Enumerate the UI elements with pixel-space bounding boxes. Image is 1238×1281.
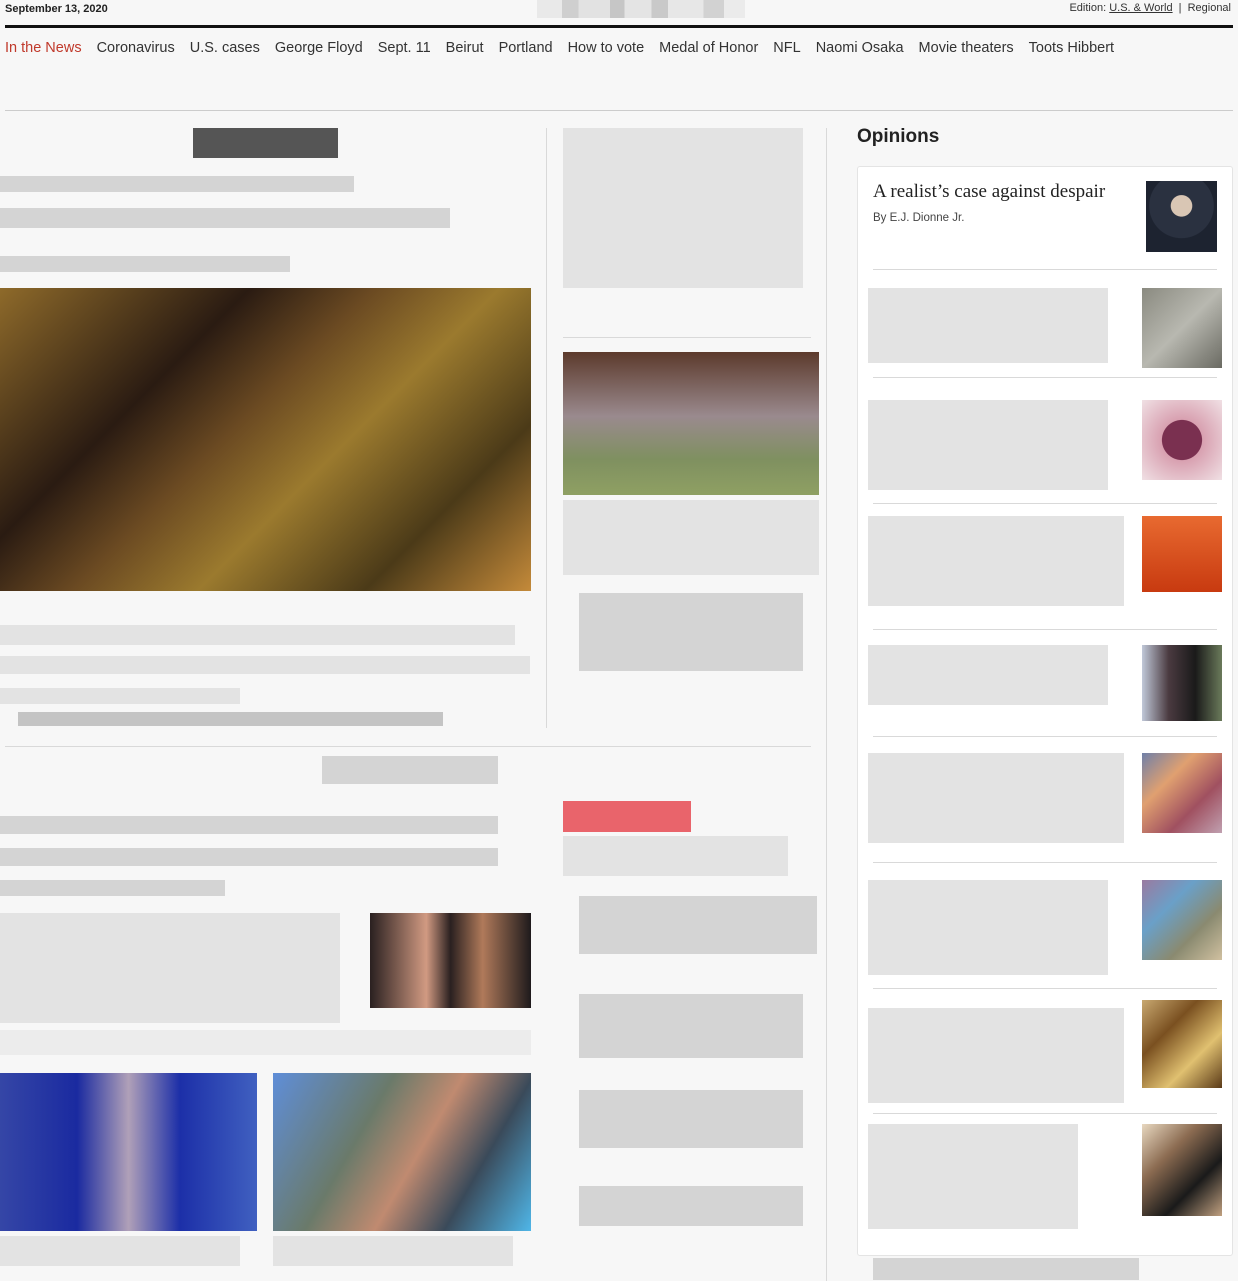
lead-story-kicker	[193, 128, 338, 158]
nav-item-nfl[interactable]: NFL	[773, 40, 800, 62]
secondary-story-headline[interactable]	[563, 500, 819, 575]
nav-item-portland[interactable]: Portland	[499, 40, 553, 62]
list-item[interactable]	[579, 896, 817, 954]
story-photo-right[interactable]	[273, 1073, 531, 1231]
edition-world-link[interactable]: U.S. & World	[1109, 2, 1172, 14]
edition-switcher: Edition: U.S. & World | Regional	[1069, 2, 1231, 14]
opinion-item-thumbnail[interactable]	[1142, 645, 1222, 721]
opinion-item-thumbnail[interactable]	[1142, 753, 1222, 833]
lead-story-headline-line[interactable]	[0, 256, 290, 272]
lead-story-summary-line	[0, 625, 515, 645]
opinion-item-thumbnail[interactable]	[1142, 1000, 1222, 1088]
lead-story-summary-line	[0, 656, 530, 674]
opinion-feature-byline: By E.J. Dionne Jr.	[873, 212, 965, 224]
story-headline-line[interactable]	[0, 880, 225, 896]
lead-story-headline-line[interactable]	[0, 176, 354, 192]
opinion-item-headline[interactable]	[868, 753, 1124, 843]
secondary-story-photo[interactable]	[563, 352, 819, 495]
page-date: September 13, 2020	[5, 3, 108, 15]
opinion-divider	[873, 629, 1217, 630]
edition-label: Edition:	[1069, 2, 1107, 14]
opinion-item-headline[interactable]	[868, 288, 1108, 363]
lead-story-related-link[interactable]	[18, 712, 443, 726]
opinion-divider	[873, 862, 1217, 863]
nav-item-george-floyd[interactable]: George Floyd	[275, 40, 363, 62]
photo-caption-left[interactable]	[0, 1236, 240, 1266]
opinion-divider	[873, 988, 1217, 989]
opinion-item-headline[interactable]	[868, 645, 1108, 705]
opinion-feature-photo[interactable]	[1146, 181, 1217, 252]
lead-story-photo[interactable]	[0, 288, 531, 591]
lead-story-summary-line	[0, 688, 240, 704]
opinion-item-thumbnail[interactable]	[1142, 400, 1222, 480]
in-the-news-nav: In the News Coronavirus U.S. cases Georg…	[5, 40, 1114, 62]
edition-separator: |	[1178, 2, 1182, 14]
opinion-item-headline[interactable]	[868, 1124, 1078, 1229]
story-divider	[563, 337, 811, 338]
opinions-heading[interactable]: Opinions	[857, 126, 939, 148]
header-rule	[5, 25, 1233, 28]
nav-item-toots-hibbert[interactable]: Toots Hibbert	[1029, 40, 1114, 62]
opinion-item-headline[interactable]	[868, 400, 1108, 490]
nav-item-us-cases[interactable]: U.S. cases	[190, 40, 260, 62]
story-headline-line[interactable]	[0, 848, 498, 866]
opinion-item-thumbnail[interactable]	[1142, 880, 1222, 960]
opinion-item-headline[interactable]	[868, 516, 1124, 606]
story-thumbnail-photo[interactable]	[370, 913, 531, 1008]
opinion-divider	[873, 269, 1217, 270]
opinion-item-headline[interactable]	[868, 1008, 1124, 1103]
list-item[interactable]	[579, 1090, 803, 1148]
lead-story-headline-line[interactable]	[0, 208, 450, 228]
top-bar: September 13, 2020 Edition: U.S. & World…	[0, 0, 1238, 28]
nav-item-movie-theaters[interactable]: Movie theaters	[919, 40, 1014, 62]
nav-item-sept-11[interactable]: Sept. 11	[378, 40, 431, 62]
opinion-divider	[873, 377, 1217, 378]
list-item[interactable]	[579, 1186, 803, 1226]
story-summary	[0, 913, 340, 1023]
list-headline[interactable]	[563, 836, 788, 876]
column-divider	[546, 128, 547, 728]
opinion-item-headline[interactable]	[868, 880, 1108, 975]
story-headline-line[interactable]	[0, 816, 498, 834]
nav-lead-label: In the News	[5, 40, 82, 56]
list-item[interactable]	[579, 994, 803, 1058]
secondary-story-summary	[579, 593, 803, 671]
photo-caption-right[interactable]	[273, 1236, 513, 1266]
column-divider	[826, 128, 827, 1281]
nav-rule	[5, 110, 1233, 111]
opinion-divider	[873, 1113, 1217, 1114]
section-label-tag	[563, 801, 691, 832]
section-divider	[5, 746, 811, 747]
nav-item-coronavirus[interactable]: Coronavirus	[97, 40, 175, 62]
opinion-item-thumbnail[interactable]	[1142, 516, 1222, 592]
secondary-story-text[interactable]	[563, 128, 803, 288]
nav-item-beirut[interactable]: Beirut	[446, 40, 484, 62]
story-summary-line	[0, 1030, 531, 1055]
opinion-item-thumbnail[interactable]	[1142, 1124, 1222, 1216]
opinion-more-link[interactable]	[873, 1258, 1139, 1280]
opinion-divider	[873, 503, 1217, 504]
nav-item-medal-of-honor[interactable]: Medal of Honor	[659, 40, 758, 62]
edition-regional-link[interactable]: Regional	[1188, 2, 1231, 14]
section-kicker	[322, 756, 498, 784]
opinion-item-thumbnail[interactable]	[1142, 288, 1222, 368]
nav-item-naomi-osaka[interactable]: Naomi Osaka	[816, 40, 904, 62]
opinion-divider	[873, 736, 1217, 737]
opinion-feature-headline[interactable]: A realist’s case against despair	[873, 181, 1133, 203]
story-photo-left[interactable]	[0, 1073, 257, 1231]
nav-item-how-to-vote[interactable]: How to vote	[568, 40, 645, 62]
masthead-logo[interactable]	[537, 0, 745, 18]
